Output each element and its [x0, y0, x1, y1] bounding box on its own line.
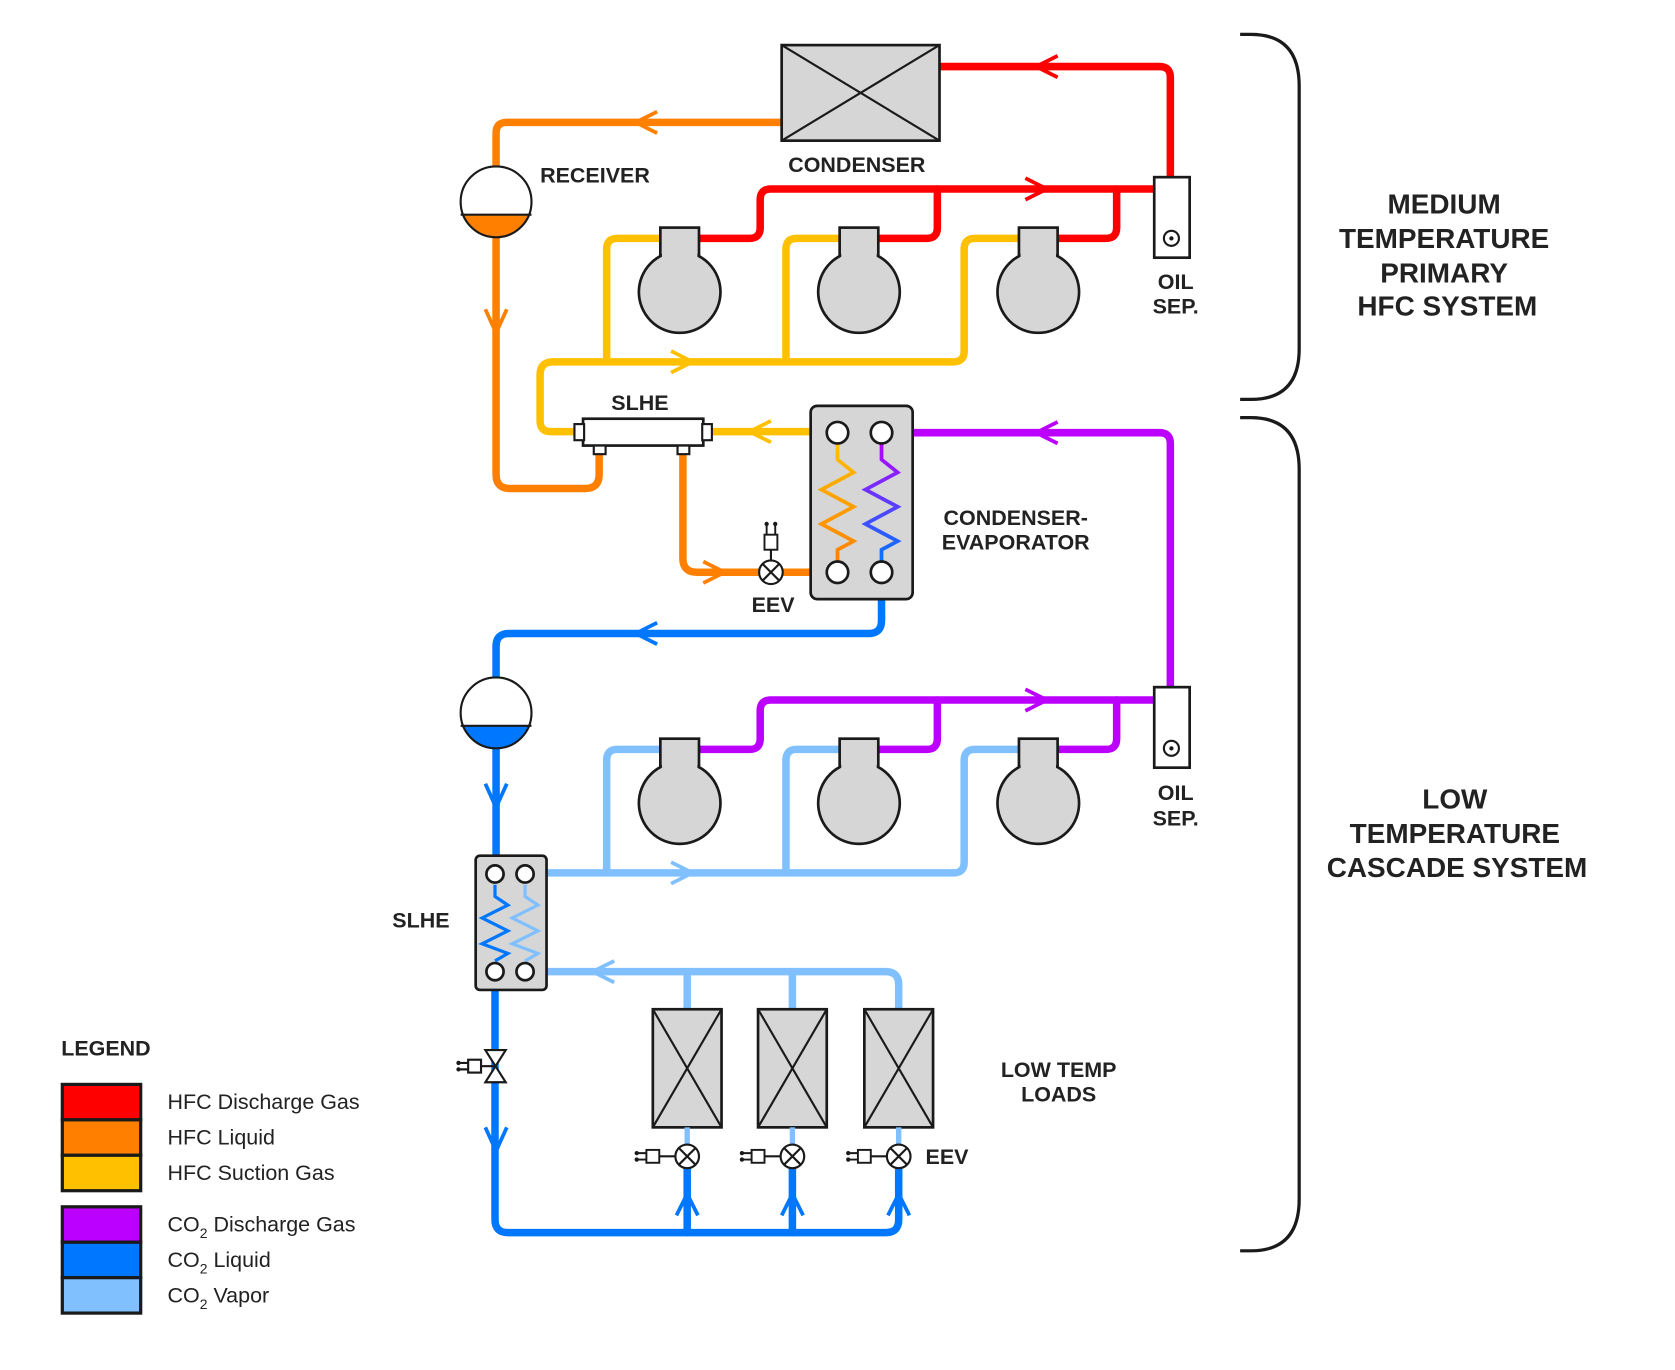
legend-item: HFC Liquid: [60, 1118, 275, 1157]
system-label-line: TEMPERATURE: [1350, 818, 1560, 849]
eev-hfc: [758, 521, 784, 586]
eev-valve: [634, 1143, 701, 1170]
legend-item: HFC Suction Gas: [60, 1153, 335, 1193]
legend-title: LEGEND: [61, 1036, 150, 1060]
legend-swatch: [60, 1118, 143, 1157]
low-temp-loads-label-line1: LOW TEMP: [1001, 1058, 1117, 1082]
condenser-label: CONDENSER: [788, 153, 926, 177]
slhe-hfc: [573, 417, 713, 456]
oil-sep-label-line2: SEP.: [1153, 295, 1199, 319]
condenser-evaporator-label-line1: CONDENSER-: [944, 506, 1088, 530]
condenser-evaporator-label-line2: EVAPORATOR: [942, 531, 1090, 555]
medium-temp-system-label: MEDIUM TEMPERATURE PRIMARY HFC SYSTEM: [1339, 189, 1549, 322]
legend-label: HFC Discharge Gas: [168, 1090, 360, 1114]
legend-item: CO2 Vapor: [60, 1276, 270, 1315]
slhe-label: SLHE: [611, 391, 668, 415]
system-label-line: CASCADE SYSTEM: [1327, 852, 1587, 883]
legend-swatch: [60, 1276, 143, 1315]
legend-item: CO2 Discharge Gas: [60, 1205, 356, 1244]
low-temp-system-label: LOW TEMPERATURE CASCADE SYSTEM: [1327, 783, 1587, 883]
oil-sep-label-line1: OIL: [1158, 781, 1194, 805]
receiver-label: RECEIVER: [540, 164, 650, 188]
system-label-line: PRIMARY: [1380, 257, 1508, 288]
system-label-line: MEDIUM: [1388, 189, 1501, 220]
evaporator-load: [862, 1007, 935, 1145]
legend-item: HFC Discharge Gas: [60, 1082, 360, 1122]
system-label-line: LOW: [1422, 783, 1488, 814]
oil-separator-hfc: [1152, 175, 1192, 260]
legend-label: CO2 Discharge Gas: [168, 1212, 356, 1240]
compressor: [996, 226, 1081, 335]
cascade-refrigeration-diagram: CONDENSER RECEIVER OIL SEP. OIL SEP. SLH…: [0, 0, 1675, 1370]
low-temp-loads-label-line2: LOADS: [1021, 1083, 1096, 1107]
condenser-evaporator: [809, 404, 914, 601]
slhe-co2: [474, 854, 548, 992]
system-label-line: HFC SYSTEM: [1357, 291, 1537, 322]
legend-swatch: [60, 1240, 143, 1280]
legend-label: HFC Suction Gas: [168, 1161, 335, 1185]
legend-swatch: [60, 1082, 143, 1122]
co2-discharge-pipes: [696, 428, 1175, 754]
evaporator-load: [756, 1007, 829, 1145]
receiver-hfc: [459, 165, 533, 239]
compressor: [816, 737, 902, 846]
oil-sep-label-line1: OIL: [1158, 270, 1194, 294]
legend-swatch: [60, 1153, 143, 1193]
legend-item: CO2 Liquid: [60, 1240, 271, 1280]
eev-label: EEV: [926, 1145, 970, 1169]
receiver-co2: [459, 676, 533, 750]
eev-valve: [846, 1143, 912, 1170]
legend-label: HFC Liquid: [168, 1126, 275, 1150]
oil-separator-co2: [1152, 685, 1192, 770]
system-label-line: TEMPERATURE: [1339, 223, 1549, 254]
co2-liquid-pipes: [491, 579, 903, 1237]
oil-sep-label-line2: SEP.: [1153, 807, 1199, 831]
legend-label: CO2 Liquid: [168, 1248, 271, 1276]
eev-label: EEV: [752, 593, 796, 617]
legend-swatch: [60, 1205, 143, 1244]
legend-label: CO2 Vapor: [168, 1283, 270, 1311]
brace-low-temp: [1240, 416, 1301, 1253]
compressor: [637, 737, 722, 846]
compressor: [996, 737, 1081, 846]
diagram-canvas: CONDENSER RECEIVER OIL SEP. OIL SEP. SLH…: [60, 32, 1587, 1315]
legend: LEGEND HFC Discharge Gas HFC Liquid HFC Su…: [60, 1036, 360, 1315]
low-temp-loads: [634, 1007, 935, 1170]
slhe-label: SLHE: [392, 909, 449, 933]
evaporator-load: [651, 1007, 723, 1145]
co2-vapor-pipes: [532, 745, 1023, 1014]
eev-valve: [739, 1143, 806, 1170]
compressor: [816, 226, 902, 335]
brace-medium-temp: [1240, 32, 1301, 402]
compressor: [637, 226, 722, 335]
condenser: [780, 43, 941, 142]
